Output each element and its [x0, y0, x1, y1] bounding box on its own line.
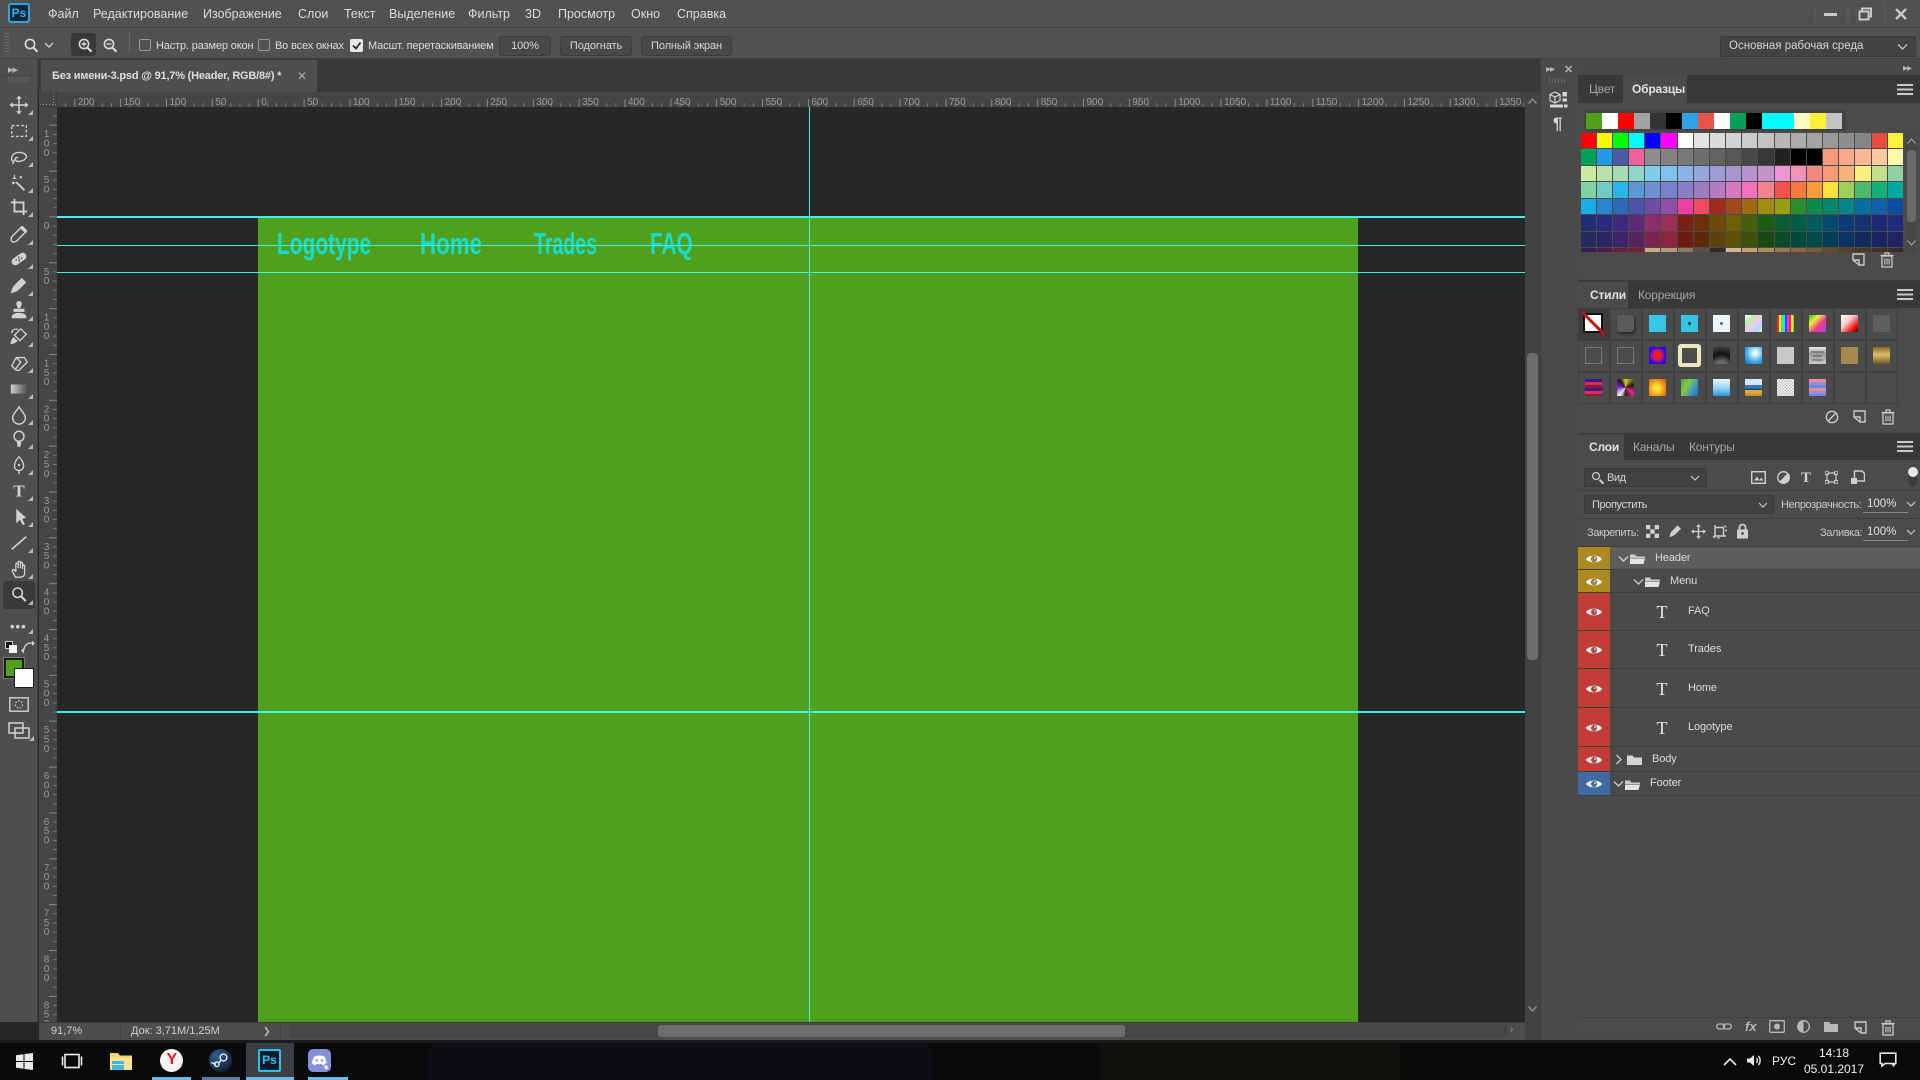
svg-text:0: 0: [44, 276, 50, 287]
svg-text:250: 250: [490, 97, 507, 107]
svg-text:850: 850: [1041, 97, 1058, 107]
svg-text:350: 350: [582, 97, 599, 107]
svg-text:T: T: [13, 481, 25, 500]
svg-text:0: 0: [44, 561, 50, 572]
svg-text:0: 0: [261, 97, 267, 107]
svg-text:500: 500: [720, 97, 737, 107]
svg-text:0: 0: [44, 881, 50, 892]
svg-text:1200: 1200: [1362, 97, 1385, 107]
svg-text:1300: 1300: [1453, 97, 1476, 107]
svg-text:0: 0: [44, 469, 50, 480]
svg-text:0: 0: [44, 423, 50, 434]
svg-text:1150: 1150: [1316, 97, 1338, 107]
svg-text:1050: 1050: [1224, 97, 1247, 107]
svg-text:50: 50: [307, 97, 319, 107]
svg-text:0: 0: [44, 698, 50, 709]
svg-text:0: 0: [44, 148, 50, 159]
svg-text:0: 0: [44, 973, 50, 984]
svg-text:200: 200: [78, 97, 95, 107]
svg-text:150: 150: [399, 97, 416, 107]
svg-text:150: 150: [124, 97, 141, 107]
svg-text:550: 550: [766, 97, 783, 107]
svg-text:0: 0: [44, 927, 50, 938]
svg-text:1350: 1350: [1499, 97, 1522, 107]
svg-text:750: 750: [949, 97, 966, 107]
svg-text:1250: 1250: [1408, 97, 1431, 107]
svg-text:800: 800: [995, 97, 1012, 107]
svg-text:950: 950: [1132, 97, 1149, 107]
svg-text:0: 0: [44, 221, 50, 232]
svg-text:450: 450: [674, 97, 691, 107]
svg-text:0: 0: [44, 836, 50, 847]
svg-text:0: 0: [44, 515, 50, 526]
svg-text:1100: 1100: [1270, 97, 1292, 107]
svg-text:0: 0: [44, 652, 50, 663]
svg-text:100: 100: [170, 97, 187, 107]
svg-text:100: 100: [353, 97, 370, 107]
svg-text:0: 0: [44, 331, 50, 342]
svg-text:0: 0: [44, 606, 50, 617]
svg-text:700: 700: [903, 97, 920, 107]
svg-text:0: 0: [44, 377, 50, 388]
svg-text:650: 650: [857, 97, 874, 107]
svg-text:0: 0: [44, 744, 50, 755]
svg-text:600: 600: [811, 97, 828, 107]
svg-text:900: 900: [1087, 97, 1104, 107]
svg-text:300: 300: [536, 97, 553, 107]
svg-text:0: 0: [44, 790, 50, 801]
svg-text:0: 0: [44, 184, 50, 195]
svg-text:1000: 1000: [1178, 97, 1201, 107]
svg-text:200: 200: [445, 97, 462, 107]
svg-text:50: 50: [215, 97, 227, 107]
svg-text:400: 400: [628, 97, 645, 107]
